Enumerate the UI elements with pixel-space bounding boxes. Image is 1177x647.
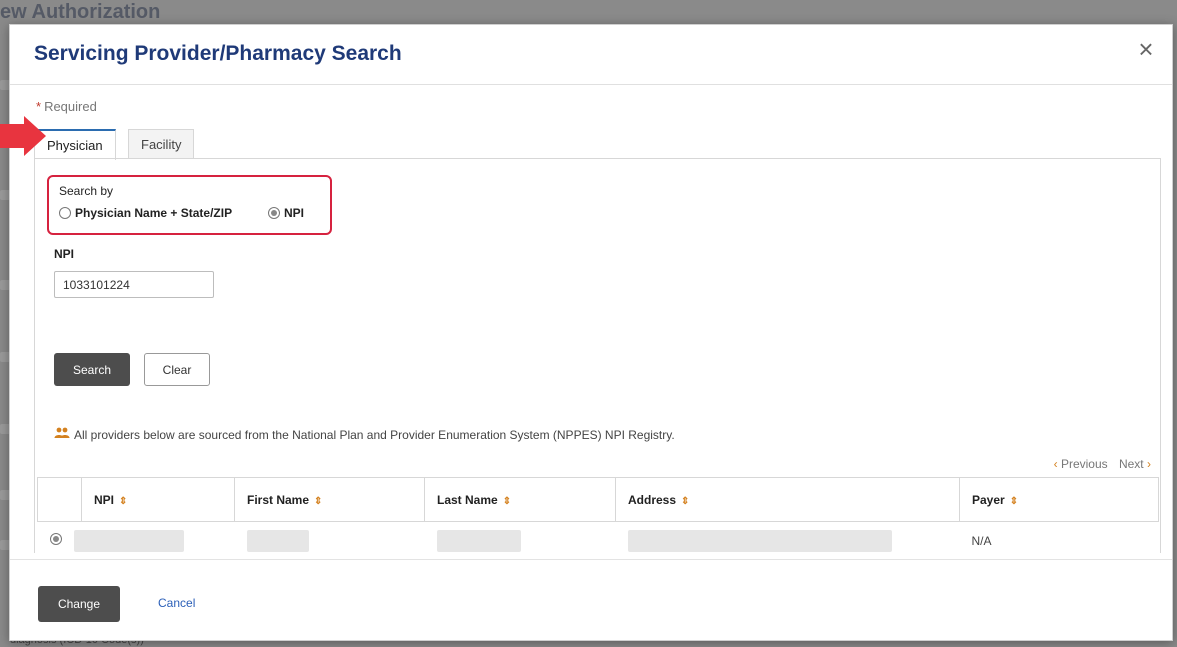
select-column-header: [37, 477, 82, 522]
radio-npi[interactable]: NPI: [268, 206, 304, 220]
modal-header: Servicing Provider/Pharmacy Search ×: [10, 25, 1172, 85]
provider-search-modal: Servicing Provider/Pharmacy Search × * Re…: [9, 24, 1173, 641]
sort-icon[interactable]: ⇕: [119, 496, 127, 507]
modal-title: Servicing Provider/Pharmacy Search: [34, 42, 402, 65]
next-arrow-icon: ›: [1147, 457, 1151, 471]
sort-icon[interactable]: ⇕: [1010, 496, 1018, 507]
sort-icon[interactable]: ⇕: [503, 496, 511, 507]
results-table: NPI ⇕ First Name ⇕ Last Name ⇕ Address ⇕ Pay…: [37, 477, 1159, 560]
redacted-first-name: [246, 529, 309, 552]
tab-facility[interactable]: Facility: [128, 129, 195, 159]
close-icon[interactable]: ×: [1134, 36, 1158, 62]
cell-npi: [73, 521, 235, 560]
row-radio-icon[interactable]: [49, 533, 62, 545]
source-note-text: All providers below are sourced from the…: [74, 427, 675, 442]
previous-link[interactable]: Previous: [1061, 457, 1108, 471]
background-page-title: ew Authorization: [0, 1, 161, 23]
radio-label: NPI: [284, 206, 305, 220]
column-header-npi[interactable]: NPI ⇕: [81, 477, 235, 522]
required-note: * Required: [36, 99, 97, 114]
required-star: *: [36, 99, 42, 114]
search-by-label: Search by: [59, 184, 114, 198]
people-icon: [54, 427, 70, 442]
footer-divider: [10, 559, 1172, 560]
search-by-group: Search by Physician Name + State/ZIP NPI: [47, 175, 332, 235]
next-link[interactable]: Next: [1119, 457, 1144, 471]
cell-last-name: [424, 521, 616, 560]
column-label: Address: [628, 492, 677, 507]
radio-checked-icon[interactable]: [268, 207, 280, 219]
table-header-row: NPI ⇕ First Name ⇕ Last Name ⇕ Address ⇕ Pay…: [37, 477, 1159, 522]
column-header-payer[interactable]: Payer ⇕: [959, 477, 1159, 522]
column-label: Last Name: [437, 492, 498, 507]
npi-field-label: NPI: [54, 247, 75, 261]
radio-label: Physician Name + State/ZIP: [75, 206, 233, 220]
column-header-first-name[interactable]: First Name ⇕: [234, 477, 425, 522]
cancel-link[interactable]: Cancel: [158, 596, 195, 610]
column-label: First Name: [247, 492, 310, 507]
cell-first-name: [234, 521, 425, 560]
column-label: Payer: [972, 492, 1005, 507]
column-header-last-name[interactable]: Last Name ⇕: [424, 477, 616, 522]
cell-address: [615, 521, 960, 560]
cell-payer: N/A: [959, 521, 1159, 560]
table-row[interactable]: N/A: [37, 521, 1159, 560]
sort-icon[interactable]: ⇕: [314, 496, 322, 507]
change-button[interactable]: Change: [38, 586, 120, 622]
required-label: Required: [44, 99, 97, 114]
search-button[interactable]: Search: [54, 353, 130, 386]
redacted-npi: [73, 529, 184, 552]
redacted-address: [627, 529, 892, 552]
column-header-address[interactable]: Address ⇕: [615, 477, 960, 522]
previous-arrow-icon: ‹: [1053, 457, 1058, 471]
clear-button[interactable]: Clear: [144, 353, 210, 386]
physician-tab-panel: Search by Physician Name + State/ZIP NPI…: [34, 158, 1161, 560]
column-label: NPI: [94, 492, 115, 507]
radio-physician-name-state-zip[interactable]: Physician Name + State/ZIP: [59, 206, 232, 220]
sort-icon[interactable]: ⇕: [681, 496, 689, 507]
redacted-last-name: [436, 529, 521, 552]
pointer-arrow-icon: [0, 116, 46, 156]
pager: ‹ Previous Next ›: [1054, 457, 1151, 471]
source-note: All providers below are sourced from the…: [54, 427, 675, 442]
npi-input[interactable]: [54, 271, 214, 298]
radio-unchecked-icon[interactable]: [59, 207, 71, 219]
